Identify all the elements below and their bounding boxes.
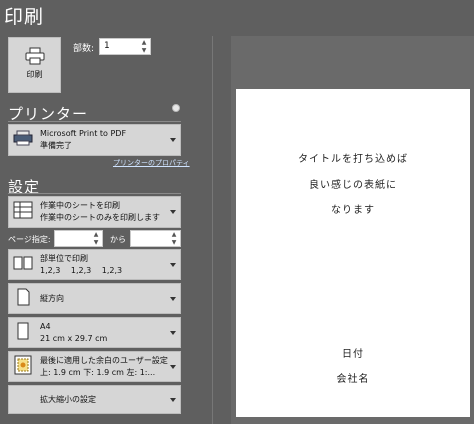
pages-from-spinner[interactable]: ▲ ▼ (92, 232, 100, 246)
printer-name: Microsoft Print to PDF (40, 129, 127, 138)
info-icon[interactable] (172, 104, 180, 112)
printer-device-icon (12, 130, 34, 150)
margins-dropdown[interactable]: 最後に適用した余白のユーザー設定 上: 1.9 cm 下: 1.9 cm 左: … (8, 351, 181, 382)
copies-value: 1 (104, 41, 110, 51)
pages-to-spinner[interactable]: ▲ ▼ (170, 232, 178, 246)
spin-down-icon[interactable]: ▼ (94, 240, 99, 246)
chevron-down-icon (170, 330, 176, 335)
margins-icon (12, 354, 34, 380)
spin-down-icon[interactable]: ▼ (142, 48, 147, 54)
preview-title-line3: なります (331, 205, 375, 216)
orientation-dropdown[interactable]: 縦方向 (8, 283, 181, 314)
collate-desc: 1,2,3 1,2,3 1,2,3 (40, 266, 123, 275)
pages-label: ページ指定: (8, 235, 51, 244)
preview-company: 会社名 (336, 374, 370, 385)
chevron-down-icon (170, 397, 176, 402)
chevron-down-icon (170, 210, 176, 214)
printer-dropdown[interactable]: Microsoft Print to PDF 準備完了 (8, 124, 181, 156)
print-button-label: 印刷 (26, 70, 43, 79)
collate-title: 部単位で印刷 (40, 254, 88, 263)
spin-up-icon[interactable]: ▲ (172, 232, 177, 238)
margins-desc: 上: 1.9 cm 下: 1.9 cm 左: 1:... (40, 368, 156, 377)
paper-icon (12, 321, 34, 345)
copies-input[interactable]: 1 ▲ ▼ (99, 38, 151, 55)
spin-down-icon[interactable]: ▼ (172, 240, 177, 246)
portrait-page-icon (12, 287, 34, 311)
preview-title-line2: 良い感じの表紙に (309, 180, 397, 191)
printer-divider (8, 121, 181, 122)
pages-to-input[interactable]: ▲ ▼ (130, 230, 181, 247)
preview-title-line1: タイトルを打ち込めば (298, 154, 408, 165)
orientation-title: 縦方向 (40, 294, 64, 303)
paper-desc: 21 cm x 29.7 cm (40, 334, 108, 343)
paper-size-dropdown[interactable]: A4 21 cm x 29.7 cm (8, 317, 181, 348)
pages-from-input[interactable]: ▲ ▼ (54, 230, 103, 247)
print-scope-dropdown[interactable]: 作業中のシートを印刷 作業中のシートのみを印刷します (8, 196, 181, 228)
copies-label: 部数: (73, 44, 95, 54)
scope-title: 作業中のシートを印刷 (40, 201, 120, 210)
chevron-down-icon (170, 296, 176, 301)
page-title: 印刷 (4, 6, 45, 28)
scope-desc: 作業中のシートのみを印刷します (40, 213, 160, 222)
spin-up-icon[interactable]: ▲ (142, 40, 147, 46)
copies-spinner[interactable]: ▲ ▼ (140, 40, 148, 54)
paper-title: A4 (40, 322, 51, 331)
chevron-down-icon (170, 138, 176, 142)
sheet-grid-icon (12, 200, 34, 224)
collate-icon (12, 254, 34, 276)
preview-date: 日付 (342, 349, 364, 360)
scaling-title: 拡大縮小の設定 (40, 395, 96, 404)
chevron-down-icon (170, 364, 176, 369)
settings-divider (8, 193, 181, 194)
printer-status: 準備完了 (40, 141, 72, 150)
pages-to-label: から (110, 235, 126, 244)
collate-dropdown[interactable]: 部単位で印刷 1,2,3 1,2,3 1,2,3 (8, 249, 181, 280)
preview-page: タイトルを打ち込めば 良い感じの表紙に なります 日付 会社名 (236, 89, 470, 417)
spin-up-icon[interactable]: ▲ (94, 232, 99, 238)
chevron-down-icon (170, 262, 176, 267)
panel-divider (212, 36, 213, 424)
margins-title: 最後に適用した余白のユーザー設定 (40, 356, 168, 365)
printer-icon (25, 47, 44, 65)
print-button[interactable]: 印刷 (8, 37, 61, 93)
printer-properties-link[interactable]: プリンターのプロパティ (113, 158, 190, 168)
scaling-dropdown[interactable]: 拡大縮小の設定 (8, 385, 181, 414)
